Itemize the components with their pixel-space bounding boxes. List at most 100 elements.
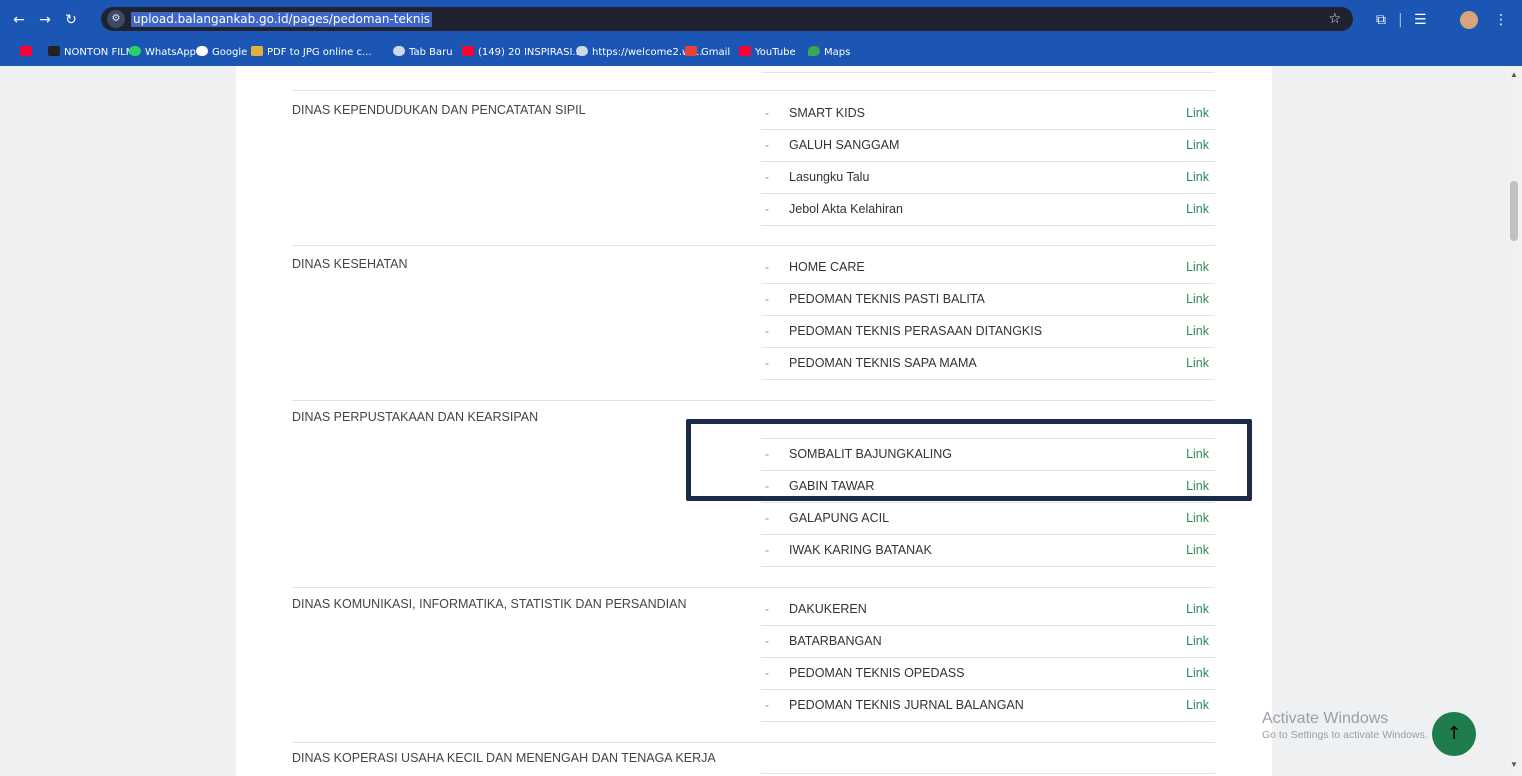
site-info-icon[interactable]: ⚙ [107, 10, 125, 28]
browser-chrome: ← → ↻ ⚙ upload.balangankab.go.id/pages/p… [0, 0, 1522, 66]
dept-kependudukan: DINAS KEPENDUDUKAN DAN PENCATATAN SIPIL [292, 103, 586, 117]
item-link[interactable]: Link [1186, 292, 1209, 306]
dash: - [765, 260, 769, 274]
dash: - [765, 170, 769, 184]
bookmark-youtube-shortcut[interactable] [20, 46, 36, 60]
bookmark-maps[interactable]: Maps [808, 46, 850, 60]
content-card: DINAS KEPENDUDUKAN DAN PENCATATAN SIPIL … [236, 66, 1272, 776]
page-viewport: DINAS KEPENDUDUKAN DAN PENCATATAN SIPIL … [0, 66, 1522, 776]
list-item: - PEDOMAN TEKNIS PASTI BALITA Link [761, 283, 1215, 316]
list-item: - [761, 406, 1215, 439]
dash: - [765, 415, 769, 429]
reading-list-icon[interactable]: ☰ [1414, 12, 1427, 28]
bookmark-pdf-to-jpg[interactable]: PDF to JPG online c... [251, 46, 372, 60]
item-link[interactable]: Link [1186, 602, 1209, 616]
list-item: - PEDOMAN TEKNIS OPEDASS Link [761, 657, 1215, 690]
item-link[interactable]: Link [1186, 324, 1209, 338]
dept-perpustakaan: DINAS PERPUSTAKAAN DAN KEARSIPAN [292, 410, 539, 424]
dash: - [765, 292, 769, 306]
activate-windows-watermark: Activate Windows Go to Settings to activ… [1262, 710, 1428, 741]
back-arrow-icon[interactable]: ← [10, 11, 28, 29]
scroll-down-arrow-icon[interactable]: ▼ [1510, 760, 1518, 769]
bookmark-gmail[interactable]: Gmail [685, 46, 730, 60]
browser-toolbar: ← → ↻ ⚙ upload.balangankab.go.id/pages/p… [0, 0, 1522, 40]
dash: - [765, 356, 769, 370]
dash: - [765, 447, 769, 461]
bookmarks-bar: NONTON FILM WhatsApp Google PDF to JPG o… [0, 40, 1522, 66]
more-menu-icon[interactable]: ⋮ [1494, 12, 1508, 28]
bookmark-star-icon[interactable]: ☆ [1328, 11, 1341, 27]
maps-icon [808, 46, 820, 56]
youtube-icon [739, 46, 751, 56]
bookmark-nonton-film[interactable]: NONTON FILM [48, 46, 134, 60]
whatsapp-icon [129, 46, 141, 56]
dash: - [765, 511, 769, 525]
bookmark-whatsapp[interactable]: WhatsApp [129, 46, 196, 60]
list-item: - IWAK KARING BATANAK Link [761, 534, 1215, 567]
section-divider [292, 587, 1215, 588]
item-link[interactable]: Link [1186, 138, 1209, 152]
forward-arrow-icon[interactable]: → [36, 11, 54, 29]
item-link[interactable]: Link [1186, 698, 1209, 712]
dash: - [765, 602, 769, 616]
list-item: - Lasungku Talu Link [761, 161, 1215, 194]
dash: - [765, 698, 769, 712]
list-item: - SMART KIDS Link [761, 97, 1215, 130]
list-item: - DAKUKEREN Link [761, 593, 1215, 626]
globe-icon [393, 46, 405, 56]
reload-icon[interactable]: ↻ [62, 11, 80, 29]
bookmark-youtube[interactable]: YouTube [739, 46, 796, 60]
list-item: - GALUH SANGGAM Link [761, 129, 1215, 162]
section-divider [292, 90, 1215, 91]
vertical-scrollbar[interactable]: ▲ ▼ [1506, 66, 1522, 776]
google-icon [196, 46, 208, 56]
list-item: - PEDOMAN TEKNIS PERASAAN DITANGKIS Link [761, 315, 1215, 348]
profile-avatar[interactable] [1460, 11, 1478, 29]
section-divider [292, 400, 1215, 401]
item-link[interactable]: Link [1186, 106, 1209, 120]
dash: - [765, 138, 769, 152]
divider-icon: | [1398, 12, 1403, 28]
youtube-icon [20, 46, 32, 56]
dept-komunikasi: DINAS KOMUNIKASI, INFORMATIKA, STATISTIK… [292, 597, 687, 611]
bookmark-tab-baru[interactable]: Tab Baru [393, 46, 453, 60]
gmail-icon [685, 46, 697, 56]
dash: - [765, 543, 769, 557]
scroll-up-arrow-icon[interactable]: ▲ [1510, 70, 1518, 79]
list-item: - HOME CARE Link [761, 251, 1215, 284]
list-item: - BATARBANGAN Link [761, 625, 1215, 658]
list-item: - PEDOMAN TEKNIS SAPA MAMA Link [761, 347, 1215, 380]
item-link[interactable]: Link [1186, 202, 1209, 216]
bookmark-inspirasi[interactable]: (149) 20 INSPIRASI... [462, 46, 582, 60]
section-divider [292, 742, 1215, 743]
item-link[interactable]: Link [1186, 543, 1209, 557]
item-link[interactable]: Link [1186, 356, 1209, 370]
item-link[interactable]: Link [1186, 634, 1209, 648]
item-link[interactable]: Link [1186, 666, 1209, 680]
bookmark-google[interactable]: Google [196, 46, 247, 60]
item-link[interactable]: Link [1186, 260, 1209, 274]
item-link[interactable]: Link [1186, 447, 1209, 461]
item-link[interactable]: Link [1186, 479, 1209, 493]
row-divider [761, 773, 1215, 774]
url-text[interactable]: upload.balangankab.go.id/pages/pedoman-t… [131, 12, 433, 27]
youtube-icon [462, 46, 474, 56]
extensions-icon[interactable]: ⧉ [1376, 12, 1386, 28]
list-item: - Jebol Akta Kelahiran Link [761, 193, 1215, 226]
dash: - [765, 479, 769, 493]
dash: - [765, 666, 769, 680]
scrollbar-thumb[interactable] [1510, 181, 1518, 241]
list-item: - GABIN TAWAR Link [761, 470, 1215, 503]
dash: - [765, 202, 769, 216]
item-link[interactable]: Link [1186, 511, 1209, 525]
row-divider [761, 72, 1215, 73]
dash: - [765, 634, 769, 648]
scroll-to-top-button[interactable]: ↑ [1432, 712, 1476, 756]
item-link[interactable]: Link [1186, 170, 1209, 184]
section-divider [292, 245, 1215, 246]
pdf-icon [251, 46, 263, 56]
address-bar[interactable]: ⚙ upload.balangankab.go.id/pages/pedoman… [101, 7, 1353, 31]
dash: - [765, 324, 769, 338]
arrow-up-icon: ↑ [1446, 723, 1462, 744]
bookmark-welcome2[interactable]: https://welcome2.wi... [576, 46, 703, 60]
